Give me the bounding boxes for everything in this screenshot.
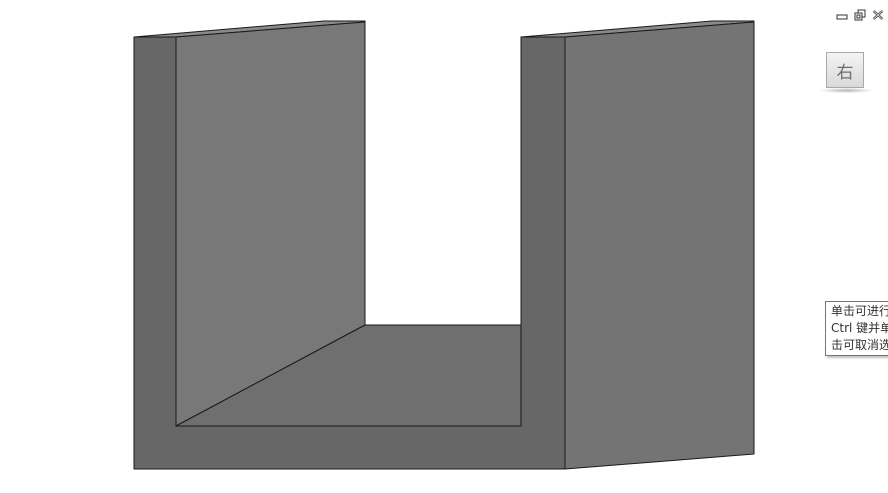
view-cube-right-face[interactable]: 右 <box>826 52 864 88</box>
right-outer-face[interactable] <box>564 21 755 470</box>
cad-canvas-area[interactable]: 右 单击可进行 Ctrl 键并单 击可取消选 <box>0 0 888 493</box>
u-channel-model[interactable] <box>133 20 755 470</box>
3d-viewport[interactable] <box>0 0 888 493</box>
tooltip-line: 单击可进行 <box>831 304 888 318</box>
minimize-icon[interactable] <box>834 7 850 23</box>
view-cube-shadow <box>820 88 872 93</box>
tooltip-line: 击可取消选 <box>831 338 888 352</box>
tooltip-line: Ctrl 键并单 <box>831 321 888 335</box>
restore-icon[interactable] <box>852 7 868 23</box>
window-controls <box>834 7 888 23</box>
tooltip: 单击可进行 Ctrl 键并单 击可取消选 <box>825 301 888 356</box>
close-icon[interactable] <box>870 7 886 23</box>
